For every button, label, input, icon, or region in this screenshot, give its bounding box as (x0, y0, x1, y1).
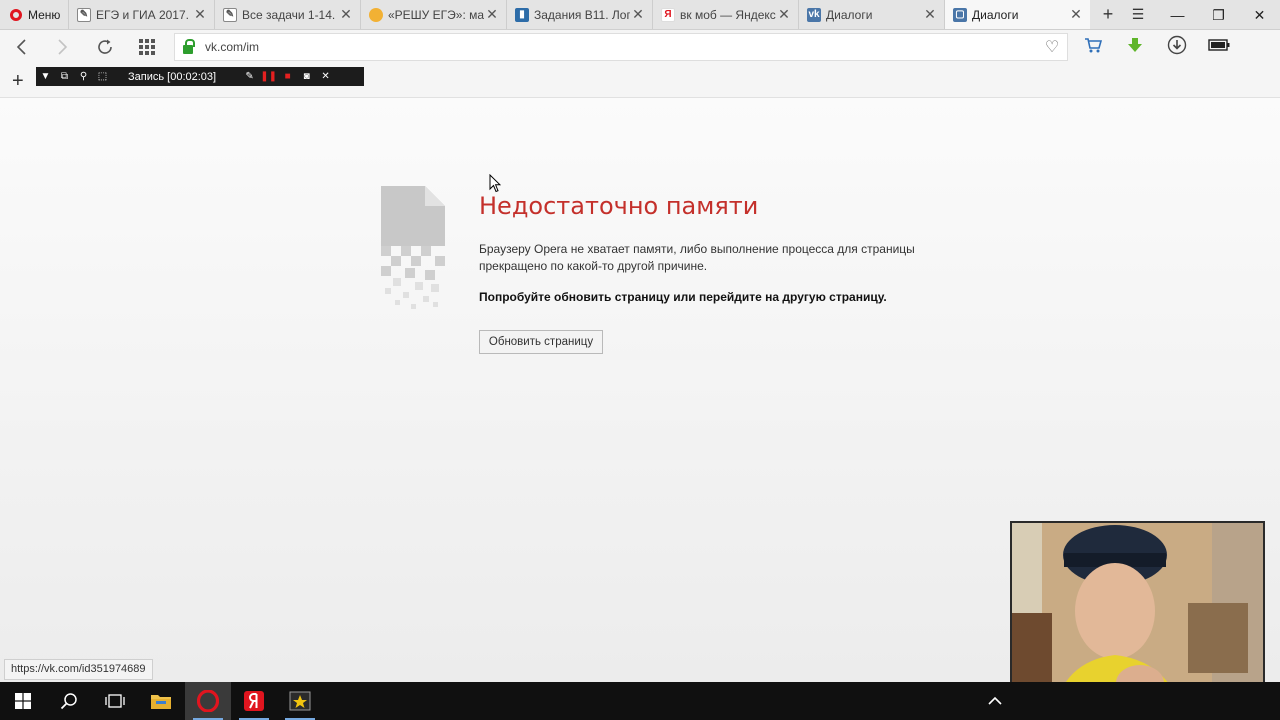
stop-icon[interactable]: ■ (278, 71, 297, 82)
shopping-cart-icon[interactable] (1072, 37, 1114, 58)
zoom-icon[interactable]: ⚲ (74, 71, 93, 82)
opera-icon[interactable] (185, 682, 231, 720)
tab-close-icon[interactable]: ✕ (484, 6, 500, 23)
task-view-icon[interactable] (92, 682, 138, 720)
camera-icon[interactable]: ◙ (297, 71, 316, 82)
error-suggestion: Попробуйте обновить страницу или перейди… (479, 290, 887, 304)
download-extension-icon[interactable] (1114, 37, 1156, 58)
region-icon[interactable]: ⬚ (93, 71, 112, 82)
toolbar-extensions (1072, 30, 1240, 64)
reshu-ege-icon (369, 7, 383, 22)
dropdown-icon[interactable]: ▼ (36, 71, 55, 82)
vk-icon: vk (807, 7, 821, 22)
tray-chevron-icon[interactable] (972, 682, 1018, 720)
restore-icon[interactable]: ❐ (1198, 0, 1239, 30)
tab-title: Диалоги (826, 7, 873, 22)
tab-close-icon[interactable]: ✕ (630, 6, 646, 23)
tab[interactable]: Я вк моб — Яндекс ✕ (652, 0, 798, 29)
downloads-icon[interactable] (1156, 35, 1198, 60)
screen-recorder-toolbar: ▼ ⧉ ⚲ ⬚ Запись [00:02:03] ✎ ❚❚ ■ ◙ ✕ (36, 67, 364, 86)
window-icon[interactable]: ⧉ (55, 71, 74, 82)
tab-title: Задания B11. Лога (534, 7, 630, 22)
tab-title: Диалоги (972, 7, 1019, 22)
tab-title: вк моб — Яндекс (680, 7, 776, 22)
back-icon[interactable] (0, 30, 42, 64)
navigation-toolbar: vk.com/im ♡ (0, 30, 1280, 64)
tab-close-icon[interactable]: ✕ (922, 6, 938, 23)
forward-icon[interactable] (42, 30, 84, 64)
reload-page-button[interactable]: Обновить страницу (479, 330, 603, 354)
windows-start-icon[interactable] (0, 682, 46, 720)
pen-icon[interactable]: ✎ (240, 71, 259, 82)
tab-menu-icon[interactable]: ☰ (1120, 6, 1156, 23)
tab[interactable]: ✎ Все задачи 1-14. С ✕ (214, 0, 360, 29)
video-editor-icon[interactable] (277, 682, 323, 720)
tabbar-controls: + ☰ — ❐ ✕ (1090, 0, 1280, 29)
mouse-cursor-icon (489, 174, 501, 193)
window-controls: — ❐ ✕ (1157, 0, 1280, 30)
windows-taskbar (0, 682, 1280, 720)
tab-close-icon[interactable]: ✕ (776, 6, 792, 23)
pause-icon[interactable]: ❚❚ (259, 71, 278, 82)
search-icon[interactable] (46, 682, 92, 720)
menu-label: Меню (28, 7, 61, 22)
opera-logo-icon (10, 8, 22, 21)
yandex-icon: Я (661, 7, 675, 22)
broken-document-icon (381, 186, 445, 309)
battery-saver-icon[interactable] (1198, 38, 1240, 56)
tab[interactable]: vk Диалоги ✕ (798, 0, 944, 29)
yandex-browser-icon[interactable] (231, 682, 277, 720)
ege-icon: ✎ (223, 7, 237, 22)
tab-title: «РЕШУ ЕГЭ»: мате (388, 7, 484, 22)
tab-close-icon[interactable]: ✕ (338, 6, 354, 23)
tab-title: Все задачи 1-14. С (242, 7, 338, 22)
ege-icon: ✎ (77, 7, 91, 22)
error-title: Недостаточно памяти (479, 192, 759, 220)
tab-close-icon[interactable]: ✕ (1068, 6, 1084, 23)
tab-strip: Меню ✎ ЕГЭ и ГИА 2017. М ✕ ✎ Все задачи … (0, 0, 1280, 30)
tab[interactable]: ✎ ЕГЭ и ГИА 2017. М ✕ (68, 0, 214, 29)
add-bookmark-icon[interactable]: + (12, 70, 24, 93)
speed-dial-icon[interactable] (126, 30, 168, 64)
close-window-icon[interactable]: ✕ (1239, 0, 1280, 30)
minimize-icon[interactable]: — (1157, 0, 1198, 30)
error-message: Браузеру Opera не хватает памяти, либо в… (479, 242, 915, 273)
vk-icon: ▢ (953, 7, 967, 22)
new-tab-button[interactable]: + (1096, 4, 1120, 25)
tab[interactable]: «РЕШУ ЕГЭ»: мате ✕ (360, 0, 506, 29)
tab[interactable]: ▮ Задания B11. Лога ✕ (506, 0, 652, 29)
file-explorer-icon[interactable] (138, 682, 184, 720)
link-status-tooltip: https://vk.com/id351974689 (4, 659, 153, 680)
tab-active[interactable]: ▢ Диалоги ✕ (944, 0, 1090, 29)
chart-icon: ▮ (515, 7, 529, 22)
address-bar[interactable]: vk.com/im ♡ (174, 33, 1068, 61)
close-icon[interactable]: ✕ (316, 71, 335, 82)
address-url: vk.com/im (205, 40, 259, 54)
secure-lock-icon (183, 38, 195, 54)
reload-icon[interactable] (84, 30, 126, 64)
tab-title: ЕГЭ и ГИА 2017. М (96, 7, 192, 22)
bookmark-heart-icon[interactable]: ♡ (1037, 37, 1067, 57)
recording-timer: Запись [00:02:03] (128, 70, 217, 83)
tab-close-icon[interactable]: ✕ (192, 6, 208, 23)
opera-menu-button[interactable]: Меню (0, 0, 68, 29)
